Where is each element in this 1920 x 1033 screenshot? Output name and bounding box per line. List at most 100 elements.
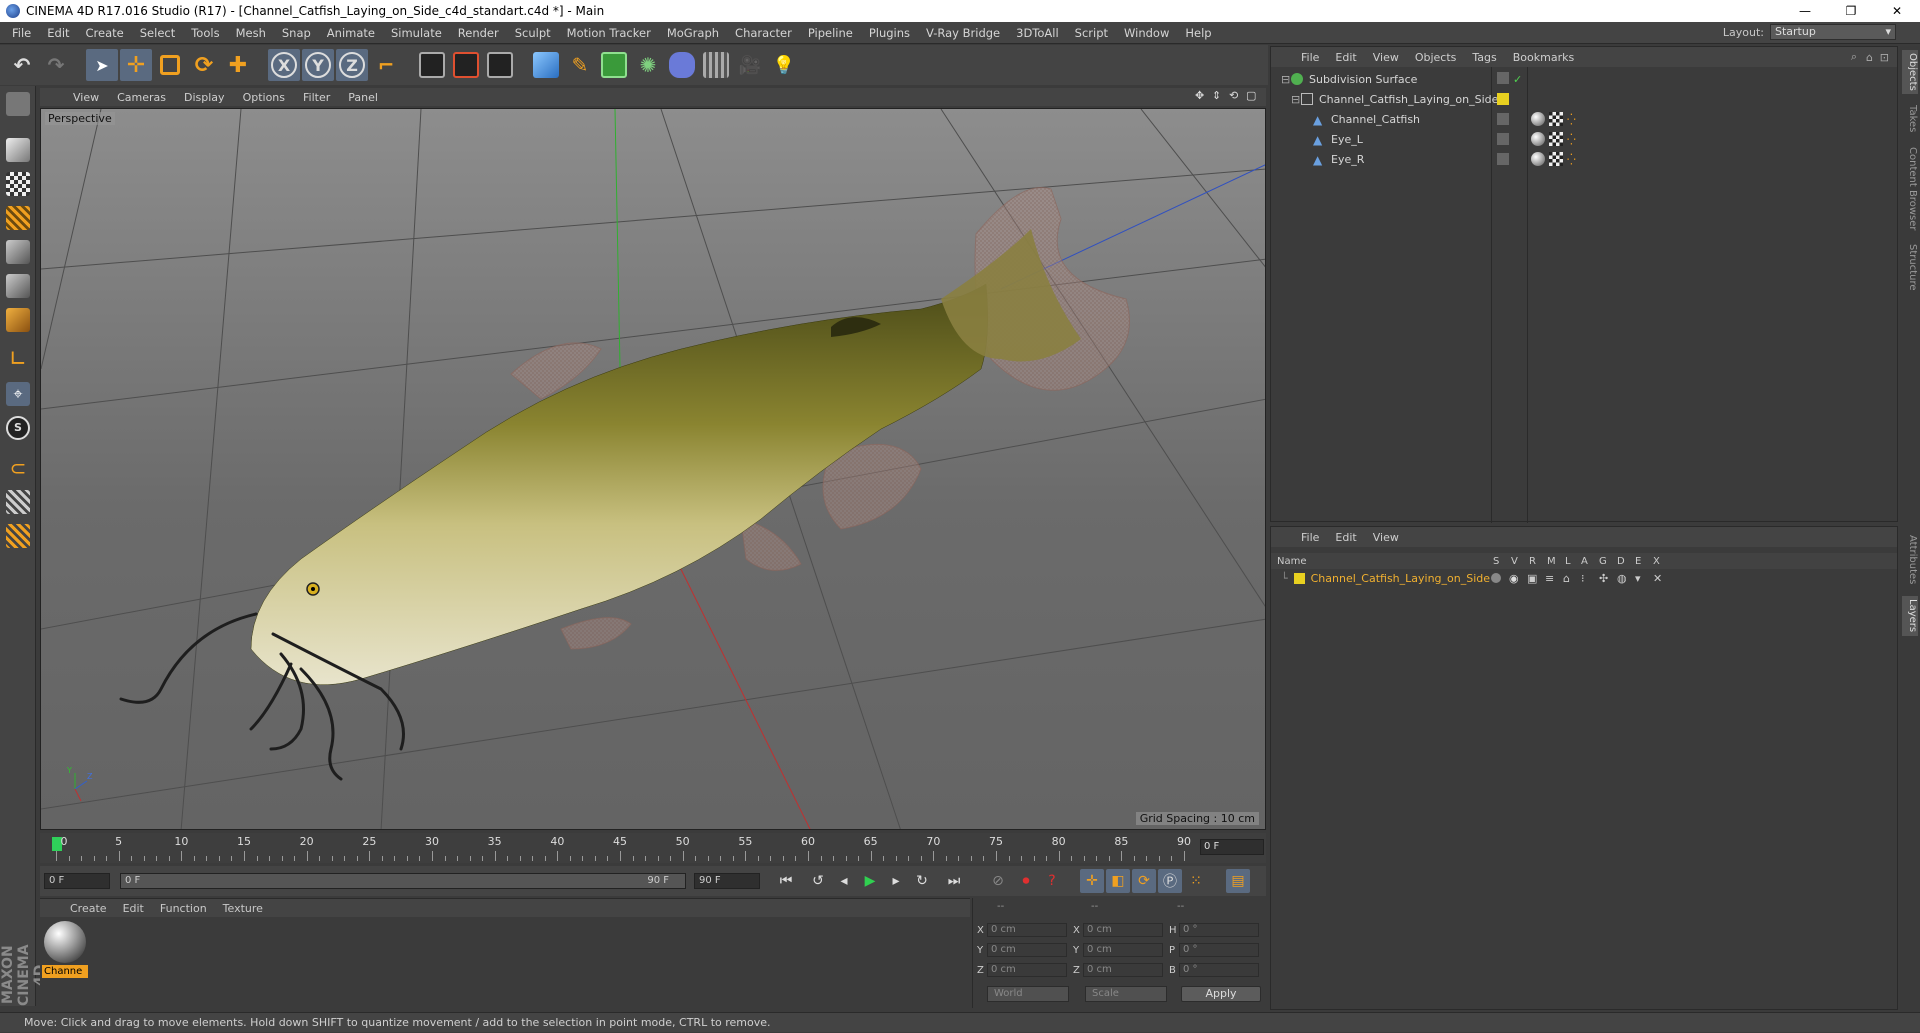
timeline[interactable]: 0 5 10 15 20 25 30 35 40 45 50 55 60 65 70 75 80 85 90 0 F bbox=[40, 833, 1266, 863]
material-menu-texture[interactable]: Texture bbox=[215, 902, 271, 915]
menu-script[interactable]: Script bbox=[1067, 26, 1116, 40]
render-icon[interactable]: ▣ bbox=[1527, 572, 1537, 585]
tab-takes[interactable]: Takes bbox=[1902, 102, 1918, 136]
tab-attributes[interactable]: Attributes bbox=[1902, 530, 1918, 590]
object-menu-file[interactable]: File bbox=[1293, 51, 1327, 64]
lock-icon[interactable]: ⌂ bbox=[1563, 572, 1570, 585]
menu-mograph[interactable]: MoGraph bbox=[659, 26, 727, 40]
go-to-start-button[interactable]: ⏮ bbox=[774, 869, 798, 893]
viewport-dolly-icon[interactable]: ⇕ bbox=[1212, 89, 1226, 103]
deformer-icon[interactable]: ◍ bbox=[1617, 572, 1627, 585]
tab-structure[interactable]: Structure bbox=[1902, 242, 1918, 292]
timeline-window-button[interactable]: ▤ bbox=[1226, 869, 1250, 893]
home-icon[interactable]: ⌂ bbox=[1866, 51, 1873, 64]
viewport-menu-view[interactable]: View bbox=[64, 91, 108, 104]
menu-mesh[interactable]: Mesh bbox=[228, 26, 274, 40]
menu-edit[interactable]: Edit bbox=[39, 26, 77, 40]
object-menu-tags[interactable]: Tags bbox=[1464, 51, 1504, 64]
cube-primitive-button[interactable] bbox=[530, 49, 562, 81]
spline-pen-button[interactable]: ✎ bbox=[564, 49, 596, 81]
current-frame-field[interactable]: 0 F bbox=[1200, 839, 1264, 855]
visibility-toggle[interactable] bbox=[1497, 133, 1509, 145]
viewport-rotate-icon[interactable]: ⟲ bbox=[1229, 89, 1243, 103]
menu-create[interactable]: Create bbox=[78, 26, 132, 40]
object-row-subdivision-surface[interactable]: ⊟ Subdivision Surface ✓ bbox=[1271, 69, 1897, 89]
deformer-button[interactable] bbox=[666, 49, 698, 81]
menu-sculpt[interactable]: Sculpt bbox=[507, 26, 559, 40]
viewport-maximize-icon[interactable]: ▢ bbox=[1246, 89, 1260, 103]
material-tag-icon[interactable] bbox=[1531, 112, 1545, 126]
layer-row[interactable]: └ Channel_Catfish_Laying_on_Side ◉ ▣ ≡ ⌂… bbox=[1271, 569, 1897, 587]
maximize-button[interactable]: ❐ bbox=[1828, 0, 1874, 22]
key-pla-button[interactable]: ⁙ bbox=[1184, 869, 1208, 893]
tab-layers[interactable]: Layers bbox=[1902, 596, 1918, 636]
key-position-button[interactable]: ✛ bbox=[1080, 869, 1104, 893]
menu-select[interactable]: Select bbox=[132, 26, 183, 40]
autokey-button[interactable]: ⏺ bbox=[1014, 869, 1038, 893]
viewport-menu-options[interactable]: Options bbox=[234, 91, 294, 104]
make-editable-button[interactable] bbox=[2, 88, 34, 120]
model-mode-button[interactable] bbox=[2, 134, 34, 166]
visibility-toggle[interactable] bbox=[1497, 72, 1511, 86]
z-axis-button[interactable]: Z bbox=[336, 49, 368, 81]
menu-file[interactable]: File bbox=[4, 26, 39, 40]
apply-button[interactable]: Apply bbox=[1181, 986, 1261, 1002]
search-icon[interactable]: ⌕ bbox=[1851, 50, 1857, 64]
object-row-channel-catfish-laying-on-side[interactable]: ⊟ Channel_Catfish_Laying_on_Side bbox=[1271, 89, 1897, 109]
xref-icon[interactable]: ✕ bbox=[1653, 572, 1662, 585]
uvw-tag-icon[interactable] bbox=[1549, 112, 1563, 126]
y-axis-button[interactable]: Y bbox=[302, 49, 334, 81]
size-x-field[interactable]: 0 cm bbox=[1083, 923, 1163, 937]
menu-window[interactable]: Window bbox=[1116, 26, 1177, 40]
material-menu-function[interactable]: Function bbox=[152, 902, 215, 915]
material-menu-create[interactable]: Create bbox=[62, 902, 115, 915]
material-name-label[interactable]: Channe bbox=[42, 965, 88, 978]
rotation-b-field[interactable]: 0 ° bbox=[1179, 963, 1259, 977]
menu-vray-bridge[interactable]: V-Ray Bridge bbox=[918, 26, 1008, 40]
object-menu-bookmarks[interactable]: Bookmarks bbox=[1505, 51, 1582, 64]
layer-color-swatch[interactable] bbox=[1293, 572, 1305, 584]
keyframe-selection-button[interactable]: ? bbox=[1040, 869, 1064, 893]
tab-content-browser[interactable]: Content Browser bbox=[1902, 146, 1918, 232]
tab-objects[interactable]: Objects bbox=[1902, 50, 1918, 94]
minimize-button[interactable]: — bbox=[1782, 0, 1828, 22]
layer-menu-file[interactable]: File bbox=[1293, 531, 1327, 544]
timeline-ruler[interactable]: 0 5 10 15 20 25 30 35 40 45 50 55 60 65 70 75 80 85 90 bbox=[52, 833, 1200, 861]
position-y-field[interactable]: 0 cm bbox=[987, 943, 1067, 957]
menu-character[interactable]: Character bbox=[727, 26, 800, 40]
rotation-p-field[interactable]: 0 ° bbox=[1179, 943, 1259, 957]
rotation-h-field[interactable]: 0 ° bbox=[1179, 923, 1259, 937]
live-selection-button[interactable]: ➤ bbox=[86, 49, 118, 81]
play-button[interactable]: ▶ bbox=[858, 869, 882, 893]
visibility-toggle[interactable] bbox=[1497, 153, 1509, 165]
coordinate-system-button[interactable]: ⌐ bbox=[370, 49, 402, 81]
coordinate-space-select[interactable]: World bbox=[987, 986, 1069, 1002]
position-z-field[interactable]: 0 cm bbox=[987, 963, 1067, 977]
position-x-field[interactable]: 0 cm bbox=[987, 923, 1067, 937]
planar-workplane-button[interactable] bbox=[2, 520, 34, 552]
phong-tag-icon[interactable]: ⁛ bbox=[1567, 113, 1576, 126]
viewport-menu-cameras[interactable]: Cameras bbox=[108, 91, 175, 104]
go-to-end-button[interactable]: ⏭ bbox=[942, 869, 966, 893]
layer-menu-edit[interactable]: Edit bbox=[1327, 531, 1364, 544]
viewport-menu-panel[interactable]: Panel bbox=[339, 91, 387, 104]
perspective-viewport[interactable]: Y Z Perspective Grid Spacing : 10 cm bbox=[40, 108, 1266, 830]
viewport-menu-filter[interactable]: Filter bbox=[294, 91, 339, 104]
key-rotation-button[interactable]: ⟳ bbox=[1132, 869, 1156, 893]
render-view-button[interactable] bbox=[416, 49, 448, 81]
object-menu-view[interactable]: View bbox=[1365, 51, 1407, 64]
phong-tag-icon[interactable]: ⁛ bbox=[1567, 133, 1576, 146]
menu-3dtoall[interactable]: 3DToAll bbox=[1008, 26, 1067, 40]
undo-button[interactable]: ↶ bbox=[6, 49, 38, 81]
viewport-pan-icon[interactable]: ✥ bbox=[1195, 89, 1209, 103]
object-row-channel-catfish[interactable]: ▲ Channel_Catfish ⁛ bbox=[1271, 109, 1897, 129]
phong-tag-icon[interactable]: ⁛ bbox=[1567, 153, 1576, 166]
light-button[interactable]: 💡 bbox=[768, 49, 800, 81]
size-z-field[interactable]: 0 cm bbox=[1083, 963, 1163, 977]
preview-range-slider[interactable]: 0 F 90 F bbox=[120, 873, 686, 889]
subdivision-surface-button[interactable] bbox=[598, 49, 630, 81]
object-row-eye-r[interactable]: ▲ Eye_R ⁛ bbox=[1271, 149, 1897, 169]
previous-frame-button[interactable]: ◂ bbox=[832, 869, 856, 893]
previous-key-button[interactable]: ↺ bbox=[806, 869, 830, 893]
menu-snap[interactable]: Snap bbox=[274, 26, 319, 40]
